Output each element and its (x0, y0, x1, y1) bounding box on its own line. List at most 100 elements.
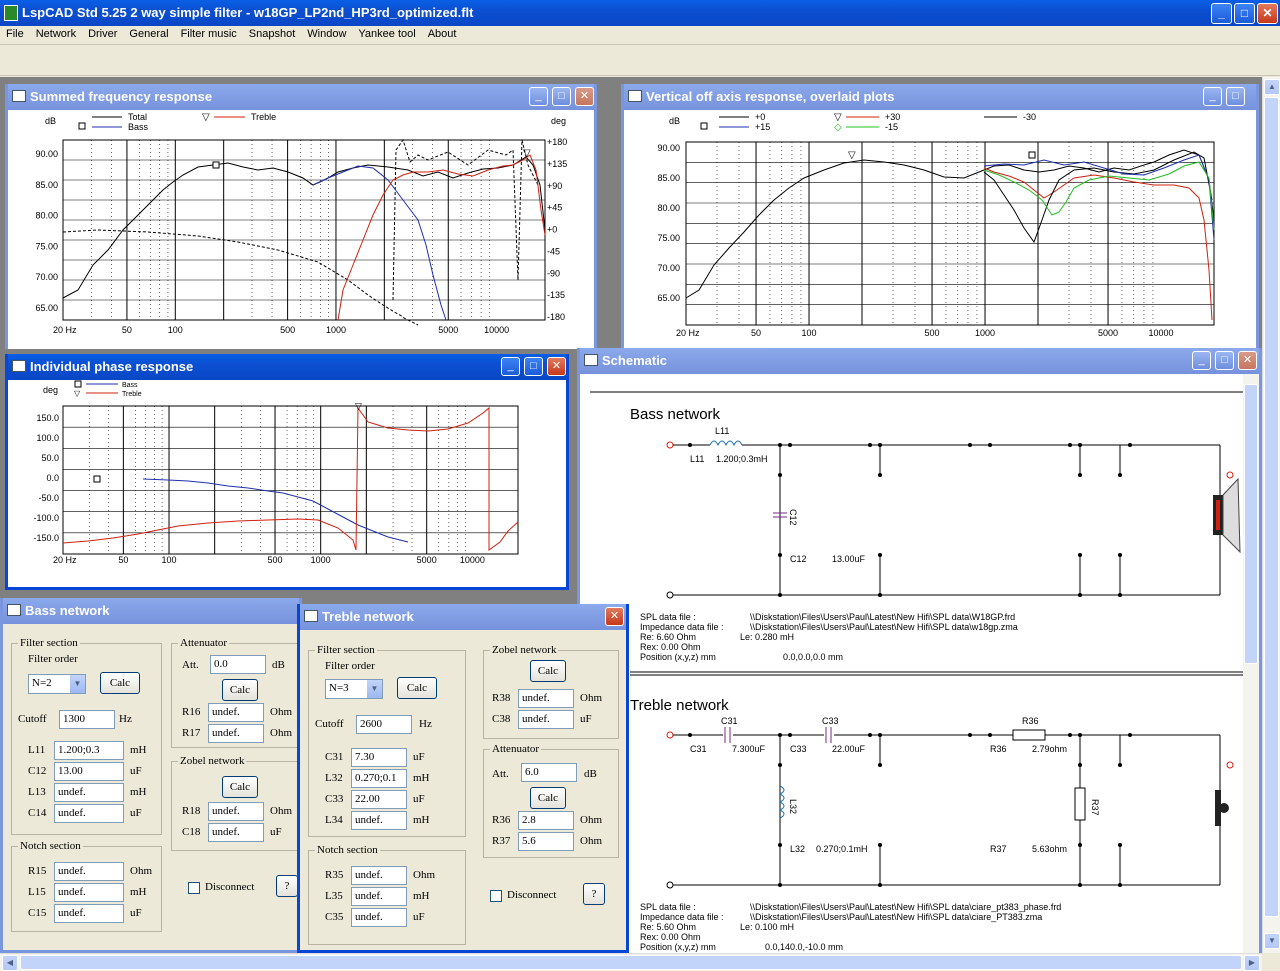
bass-disconnect-label: Disconnect (205, 881, 255, 893)
main-horizontal-scrollbar[interactable]: ◀ ▶ (0, 953, 1262, 971)
l35-input[interactable]: undef. (351, 887, 407, 906)
c33-input[interactable]: 22.00 (351, 790, 407, 809)
bass-cutoff-input[interactable]: 1300 (59, 710, 115, 729)
c35-input[interactable]: undef. (351, 908, 407, 927)
c15-input[interactable]: undef. (54, 904, 124, 923)
main-vertical-scrollbar[interactable]: ▲ ▼ (1262, 77, 1280, 953)
offaxis-titlebar[interactable]: Vertical off axis response, overlaid plo… (624, 84, 1256, 110)
menu-filter-music[interactable]: Filter music (175, 26, 243, 40)
c12-unit: uF (130, 765, 142, 777)
phase-response-titlebar[interactable]: Individual phase response (8, 354, 566, 380)
bass-attenuator-section: Attenuator Att. 0.0 dB Calc R16 undef. Ohm… (171, 637, 302, 748)
menu-about[interactable]: About (422, 26, 463, 40)
treble-R36-label: R36 (990, 744, 1007, 754)
offaxis-minimize-button[interactable]: _ (1203, 87, 1222, 106)
bass-help-button[interactable]: ? (276, 875, 298, 897)
phase-close-button[interactable]: ✕ (547, 357, 566, 376)
schematic-close-button[interactable]: ✕ (1238, 351, 1257, 370)
phase-maximize-button[interactable]: □ (524, 357, 543, 376)
scroll-left-arrow-icon[interactable]: ◀ (2, 955, 18, 971)
l32-label: L32 (325, 772, 343, 784)
total-response-curve (62, 156, 546, 299)
menu-yankee-tool[interactable]: Yankee tool (352, 26, 421, 40)
c12-input[interactable]: 13.00 (54, 762, 124, 781)
r36-input[interactable]: 2.8 (518, 811, 574, 830)
menu-driver[interactable]: Driver (82, 26, 123, 40)
main-hscroll-thumb[interactable] (20, 955, 1242, 970)
treble-calc-button[interactable]: Calc (397, 677, 437, 699)
treble-att-calc-button[interactable]: Calc (530, 787, 566, 809)
treble-order-select[interactable]: N=3 ▼ (325, 679, 383, 699)
r16-input[interactable]: undef. (208, 703, 264, 722)
summed-maximize-button[interactable]: □ (552, 87, 571, 106)
phase-y-tick: -50.0 (38, 493, 59, 503)
c14-input[interactable]: undef. (54, 804, 124, 823)
l32-input[interactable]: 0.270;0.1 (351, 769, 407, 788)
menu-snapshot[interactable]: Snapshot (243, 26, 301, 40)
schematic-title: Schematic (602, 353, 668, 368)
r15-input[interactable]: undef. (54, 862, 124, 881)
bass-att-label: Att. (182, 659, 199, 671)
bass-pos-value: 0.0,0.0,0.0 mm (783, 652, 843, 662)
chevron-down-icon[interactable]: ▼ (70, 675, 85, 693)
treble-network-titlebar[interactable]: Treble network (300, 604, 626, 630)
bass-order-select[interactable]: N=2 ▼ (28, 674, 86, 694)
treble-R36-symbol: R36 (1022, 716, 1039, 726)
r37-label: R37 (492, 835, 511, 847)
scroll-right-arrow-icon[interactable]: ▶ (1244, 955, 1260, 971)
close-button[interactable]: ✕ (1257, 3, 1278, 24)
l11-input[interactable]: 1.200;0.3 (54, 741, 124, 760)
scroll-up-arrow-icon[interactable]: ▲ (1264, 79, 1280, 95)
summed-phase-tick: +135 (547, 159, 567, 169)
summed-response-window: Summed frequency response _ □ ✕ dB deg T… (5, 84, 597, 349)
c18-input[interactable]: undef. (208, 823, 264, 842)
l15-input[interactable]: undef. (54, 883, 124, 902)
r17-input[interactable]: undef. (208, 724, 264, 743)
summed-response-titlebar[interactable]: Summed frequency response (8, 84, 594, 110)
main-scroll-thumb[interactable] (1264, 97, 1279, 917)
bass-zobel-calc-button[interactable]: Calc (222, 776, 258, 798)
treble-cutoff-input[interactable]: 2600 (356, 715, 412, 734)
c31-input[interactable]: 7.30 (351, 748, 407, 767)
r37-input[interactable]: 5.6 (518, 832, 574, 851)
summed-minimize-button[interactable]: _ (529, 87, 548, 106)
bass-calc-button[interactable]: Calc (100, 672, 140, 694)
scroll-down-arrow-icon[interactable]: ▼ (1264, 933, 1280, 949)
summed-y-tick: 90.00 (35, 149, 58, 159)
schematic-scrollbar[interactable] (1243, 374, 1259, 953)
r38-input[interactable]: undef. (518, 689, 574, 708)
treble-att-input[interactable]: 6.0 (521, 763, 577, 782)
treble-zobel-calc-button[interactable]: Calc (530, 660, 566, 682)
bass-zobel-label: Zobel network (178, 755, 247, 767)
l34-input[interactable]: undef. (351, 811, 407, 830)
minimize-button[interactable]: _ (1211, 3, 1232, 24)
schematic-scroll-thumb[interactable] (1244, 384, 1258, 664)
maximize-button[interactable]: □ (1234, 3, 1255, 24)
treble-close-button[interactable]: ✕ (605, 607, 624, 626)
chevron-down-icon[interactable]: ▼ (367, 680, 382, 698)
summed-xtick: 1000 (326, 325, 346, 335)
offaxis-maximize-button[interactable]: □ (1226, 87, 1245, 106)
treble-disconnect-checkbox[interactable] (490, 890, 502, 902)
bass-disconnect-checkbox[interactable] (188, 882, 200, 894)
menu-general[interactable]: General (123, 26, 174, 40)
r18-input[interactable]: undef. (208, 802, 264, 821)
c38-input[interactable]: undef. (518, 710, 574, 729)
menu-network[interactable]: Network (30, 26, 82, 40)
schematic-titlebar[interactable]: Schematic (580, 348, 1259, 374)
r35-input[interactable]: undef. (351, 866, 407, 885)
offaxis-minus30-curve (983, 151, 1213, 244)
bass-att-calc-button[interactable]: Calc (222, 679, 258, 701)
treble-imp-path: \\Diskstation\Files\Users\Paul\Latest\Ne… (750, 912, 1042, 922)
l13-input[interactable]: undef. (54, 783, 124, 802)
treble-help-button[interactable]: ? (583, 883, 605, 905)
c18-label: C18 (182, 826, 201, 838)
bass-att-input[interactable]: 0.0 (210, 655, 266, 674)
schematic-maximize-button[interactable]: □ (1215, 351, 1234, 370)
schematic-minimize-button[interactable]: _ (1192, 351, 1211, 370)
summed-close-button[interactable]: ✕ (575, 87, 594, 106)
menu-window[interactable]: Window (301, 26, 352, 40)
menu-file[interactable]: File (0, 26, 30, 40)
bass-network-titlebar[interactable]: Bass network (3, 598, 299, 624)
phase-minimize-button[interactable]: _ (501, 357, 520, 376)
